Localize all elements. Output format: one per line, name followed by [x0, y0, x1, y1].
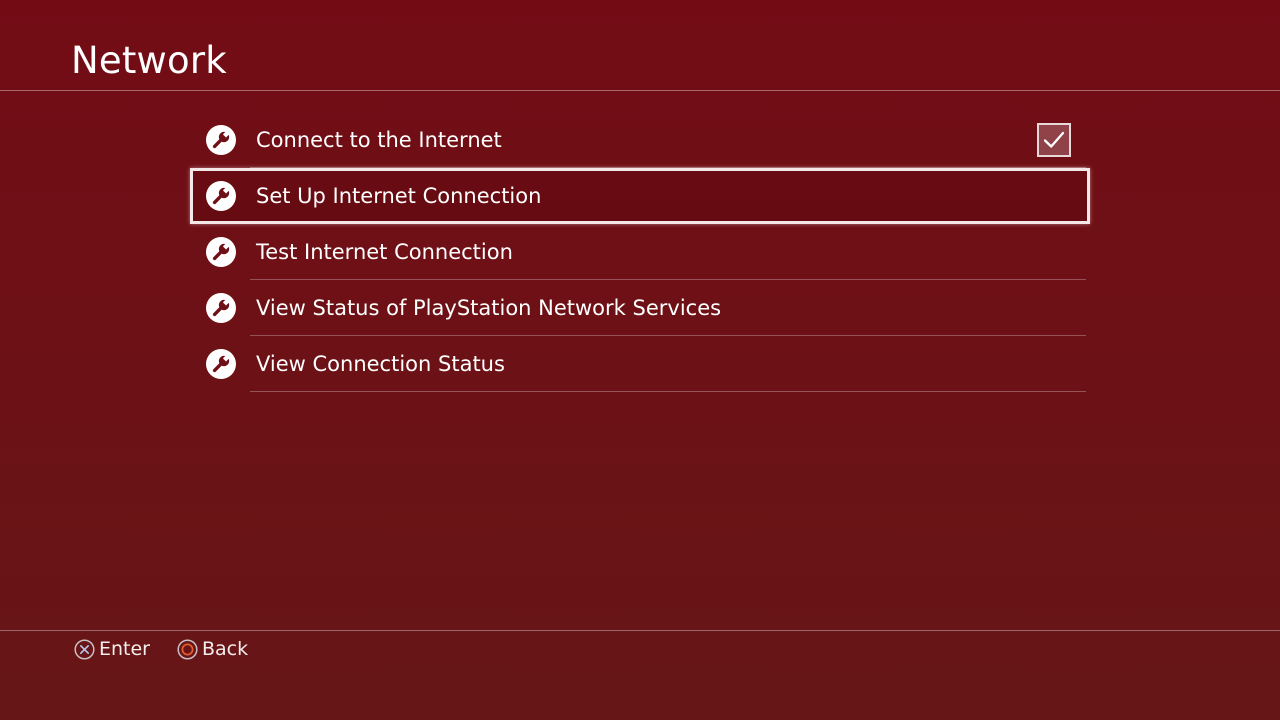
wrench-icon — [206, 125, 236, 155]
menu-item-label: View Status of PlayStation Network Servi… — [256, 296, 722, 320]
back-hint-label: Back — [202, 638, 249, 660]
menu-item-view-connection-status[interactable]: View Connection Status — [190, 336, 1090, 392]
row-divider — [250, 391, 1086, 392]
menu-item-view-psn-status[interactable]: View Status of PlayStation Network Servi… — [190, 280, 1090, 336]
wrench-icon — [206, 237, 236, 267]
menu-item-connect-to-internet[interactable]: Connect to the Internet — [190, 112, 1090, 168]
menu-item-test-internet-connection[interactable]: Test Internet Connection — [190, 224, 1090, 280]
header-divider — [0, 90, 1280, 91]
checkmark-icon — [1043, 131, 1065, 148]
page-title: Network — [71, 39, 227, 82]
footer-divider — [0, 630, 1280, 631]
menu-item-label: Connect to the Internet — [256, 128, 502, 152]
wrench-icon — [206, 349, 236, 379]
cross-button-icon — [74, 638, 95, 660]
menu-item-label: Test Internet Connection — [256, 240, 513, 264]
wrench-icon — [206, 181, 236, 211]
enter-hint[interactable]: Enter — [74, 636, 150, 662]
menu-item-set-up-internet-connection[interactable]: Set Up Internet Connection — [190, 168, 1090, 224]
enter-hint-label: Enter — [99, 638, 150, 660]
wrench-icon — [206, 293, 236, 323]
circle-button-icon — [177, 638, 198, 660]
connect-checkbox[interactable] — [1037, 123, 1071, 157]
menu-item-label: Set Up Internet Connection — [256, 184, 542, 208]
menu-item-label: View Connection Status — [256, 352, 505, 376]
network-menu: Connect to the Internet Set Up Internet … — [190, 112, 1090, 392]
back-hint[interactable]: Back — [177, 636, 248, 662]
